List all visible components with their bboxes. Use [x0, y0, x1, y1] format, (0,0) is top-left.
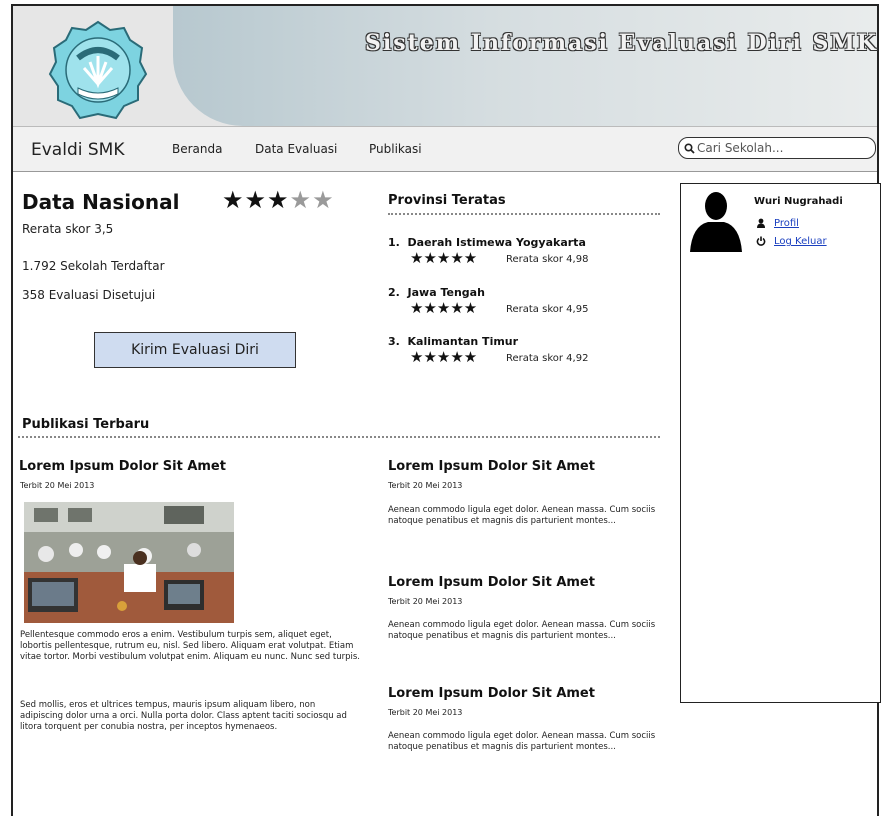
province-score: Rerata skor 4,98 — [506, 254, 589, 265]
star-filled-icon: ★ — [244, 186, 268, 214]
divider — [18, 436, 660, 438]
article-excerpt: Aenean commodo ligula eget dolor. Aenean… — [388, 620, 656, 641]
article-date: Terbit 20 Mei 2013 — [20, 481, 95, 490]
province-rating-stars: ★★★★★ — [410, 249, 478, 267]
province-rank: 1. — [388, 236, 400, 249]
province-rank: 2. — [388, 286, 400, 299]
user-icon — [757, 218, 765, 228]
search-box[interactable] — [678, 137, 876, 159]
national-score: Rerata skor 3,5 — [22, 222, 114, 236]
user-panel — [680, 183, 881, 703]
submit-evaluation-button[interactable]: Kirim Evaluasi Diri — [94, 332, 296, 368]
approved-evaluations: 358 Evaluasi Disetujui — [22, 288, 156, 302]
article-excerpt: Aenean commodo ligula eget dolor. Aenean… — [388, 731, 656, 752]
star-filled-icon: ★ — [267, 186, 290, 214]
article-title[interactable]: Lorem Ipsum Dolor Sit Amet — [388, 686, 595, 701]
province-rating-stars: ★★★★★ — [410, 348, 478, 366]
star-empty-icon: ★ — [289, 186, 313, 214]
avatar — [690, 192, 742, 252]
header-banner — [173, 6, 877, 126]
star-filled-icon: ★ — [222, 186, 245, 214]
article-paragraph: Sed mollis, eros et ultrices tempus, mau… — [20, 700, 347, 732]
national-rating-stars: ★★★★★ — [222, 186, 335, 214]
search-input[interactable] — [695, 140, 869, 156]
province-score: Rerata skor 4,92 — [506, 353, 589, 364]
article-date: Terbit 20 Mei 2013 — [388, 708, 463, 717]
tut-wuri-handayani-logo — [48, 20, 148, 120]
province-item[interactable]: 2. Jawa Tengah — [388, 286, 485, 299]
user-name: Wuri Nugrahadi — [754, 196, 843, 207]
nav-publikasi[interactable]: Publikasi — [369, 142, 422, 156]
search-icon — [684, 142, 695, 154]
article-title[interactable]: Lorem Ipsum Dolor Sit Amet — [388, 575, 595, 590]
top-provinces-title: Provinsi Teratas — [388, 193, 506, 208]
article-date: Terbit 20 Mei 2013 — [388, 597, 463, 606]
article-title[interactable]: Lorem Ipsum Dolor Sit Amet — [388, 459, 595, 474]
latest-publications-title: Publikasi Terbaru — [22, 417, 150, 432]
article-title[interactable]: Lorem Ipsum Dolor Sit Amet — [19, 459, 226, 474]
registered-schools: 1.792 Sekolah Terdaftar — [22, 259, 165, 273]
logout-link[interactable]: Log Keluar — [774, 236, 827, 247]
star-empty-icon: ★ — [312, 186, 335, 214]
province-item[interactable]: 1. Daerah Istimewa Yogyakarta — [388, 236, 586, 249]
brand-link[interactable]: Evaldi SMK — [31, 140, 124, 160]
province-score: Rerata skor 4,95 — [506, 304, 589, 315]
nav-beranda[interactable]: Beranda — [172, 142, 222, 156]
province-rank: 3. — [388, 335, 400, 348]
province-rating-stars: ★★★★★ — [410, 299, 478, 317]
article-excerpt: Aenean commodo ligula eget dolor. Aenean… — [388, 505, 656, 526]
data-nasional-title: Data Nasional — [22, 190, 180, 214]
province-name: Kalimantan Timur — [407, 335, 519, 348]
divider — [388, 213, 660, 215]
article-paragraph: Pellentesque commodo eros a enim. Vestib… — [20, 630, 360, 662]
province-name: Jawa Tengah — [407, 286, 485, 299]
province-item[interactable]: 3. Kalimantan Timur — [388, 335, 518, 348]
article-photo — [24, 502, 234, 623]
province-name: Daerah Istimewa Yogyakarta — [407, 236, 586, 249]
nav-data-evaluasi[interactable]: Data Evaluasi — [255, 142, 337, 156]
power-icon — [756, 236, 766, 246]
article-date: Terbit 20 Mei 2013 — [388, 481, 463, 490]
profile-link[interactable]: Profil — [774, 218, 799, 229]
site-title: Sistem Informasi Evaluasi Diri SMK — [365, 30, 878, 56]
